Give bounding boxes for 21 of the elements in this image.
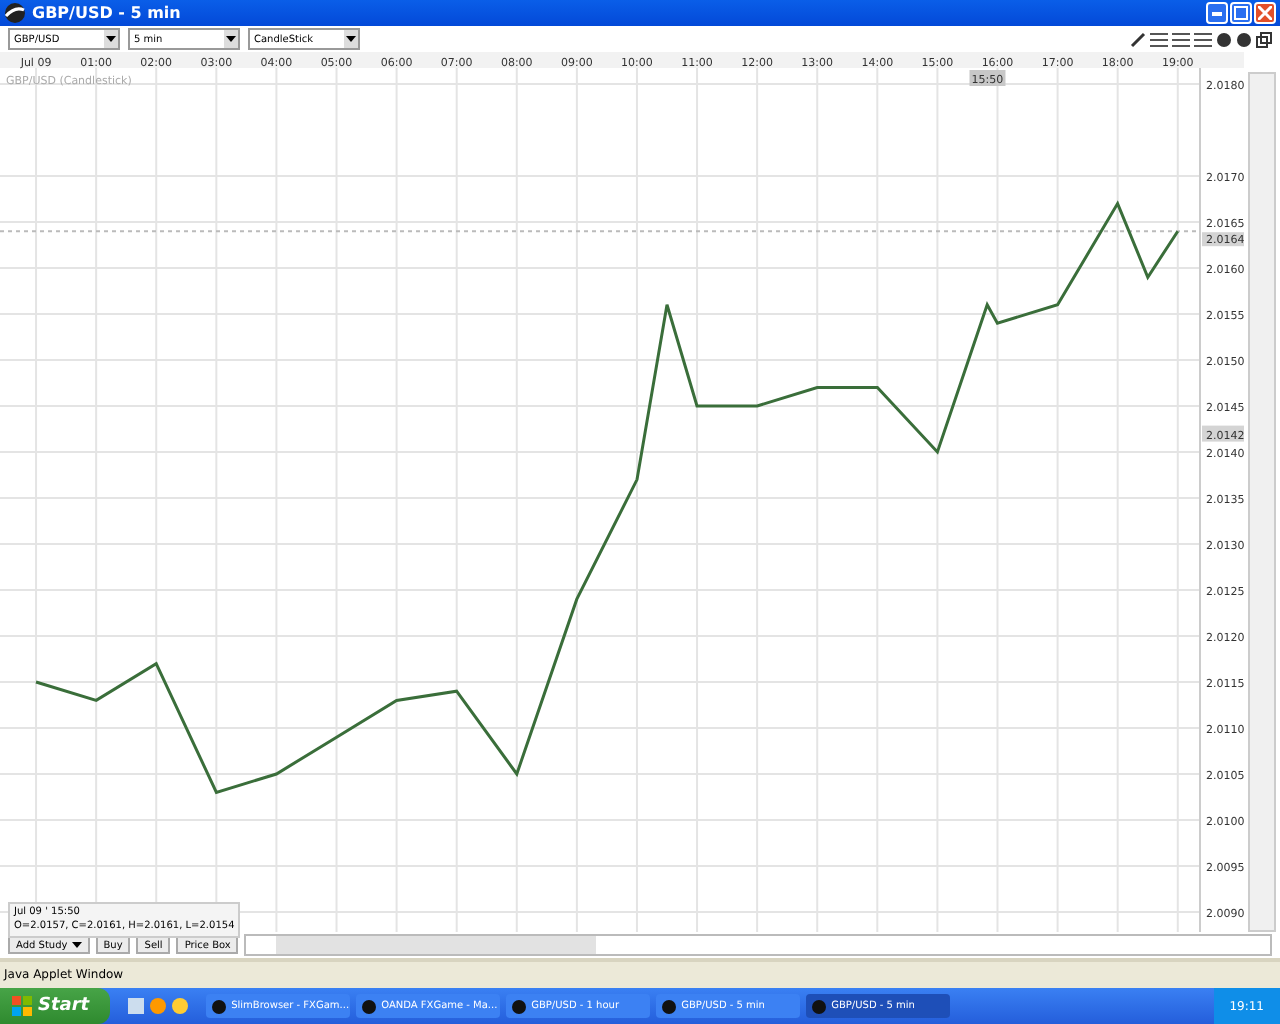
- pencil-icon[interactable]: [1130, 31, 1146, 47]
- maximize-button[interactable]: [1230, 2, 1252, 24]
- close-icon: [1258, 6, 1272, 20]
- maximize-icon: [1234, 6, 1248, 20]
- close-button[interactable]: [1254, 2, 1276, 24]
- caret-icon: [346, 36, 356, 42]
- start-button[interactable]: Start: [0, 988, 110, 1024]
- minimize-button[interactable]: [1206, 2, 1228, 24]
- windows-logo-icon: [12, 996, 32, 1016]
- lines-icon[interactable]: [1150, 31, 1168, 47]
- window-title: GBP/USD - 5 min: [32, 4, 181, 22]
- caret-icon: [71, 942, 82, 948]
- detach-icon[interactable]: [1256, 31, 1272, 47]
- lines-icon[interactable]: [1172, 31, 1190, 47]
- minimize-icon: [1212, 11, 1222, 15]
- horizontal-scrollbar[interactable]: [244, 934, 1272, 956]
- lines-icon[interactable]: [1194, 31, 1212, 47]
- caret-icon: [226, 36, 236, 42]
- caret-icon: [106, 36, 116, 42]
- desktop-icon[interactable]: [127, 998, 144, 1014]
- vertical-scrollbar[interactable]: [1248, 72, 1276, 932]
